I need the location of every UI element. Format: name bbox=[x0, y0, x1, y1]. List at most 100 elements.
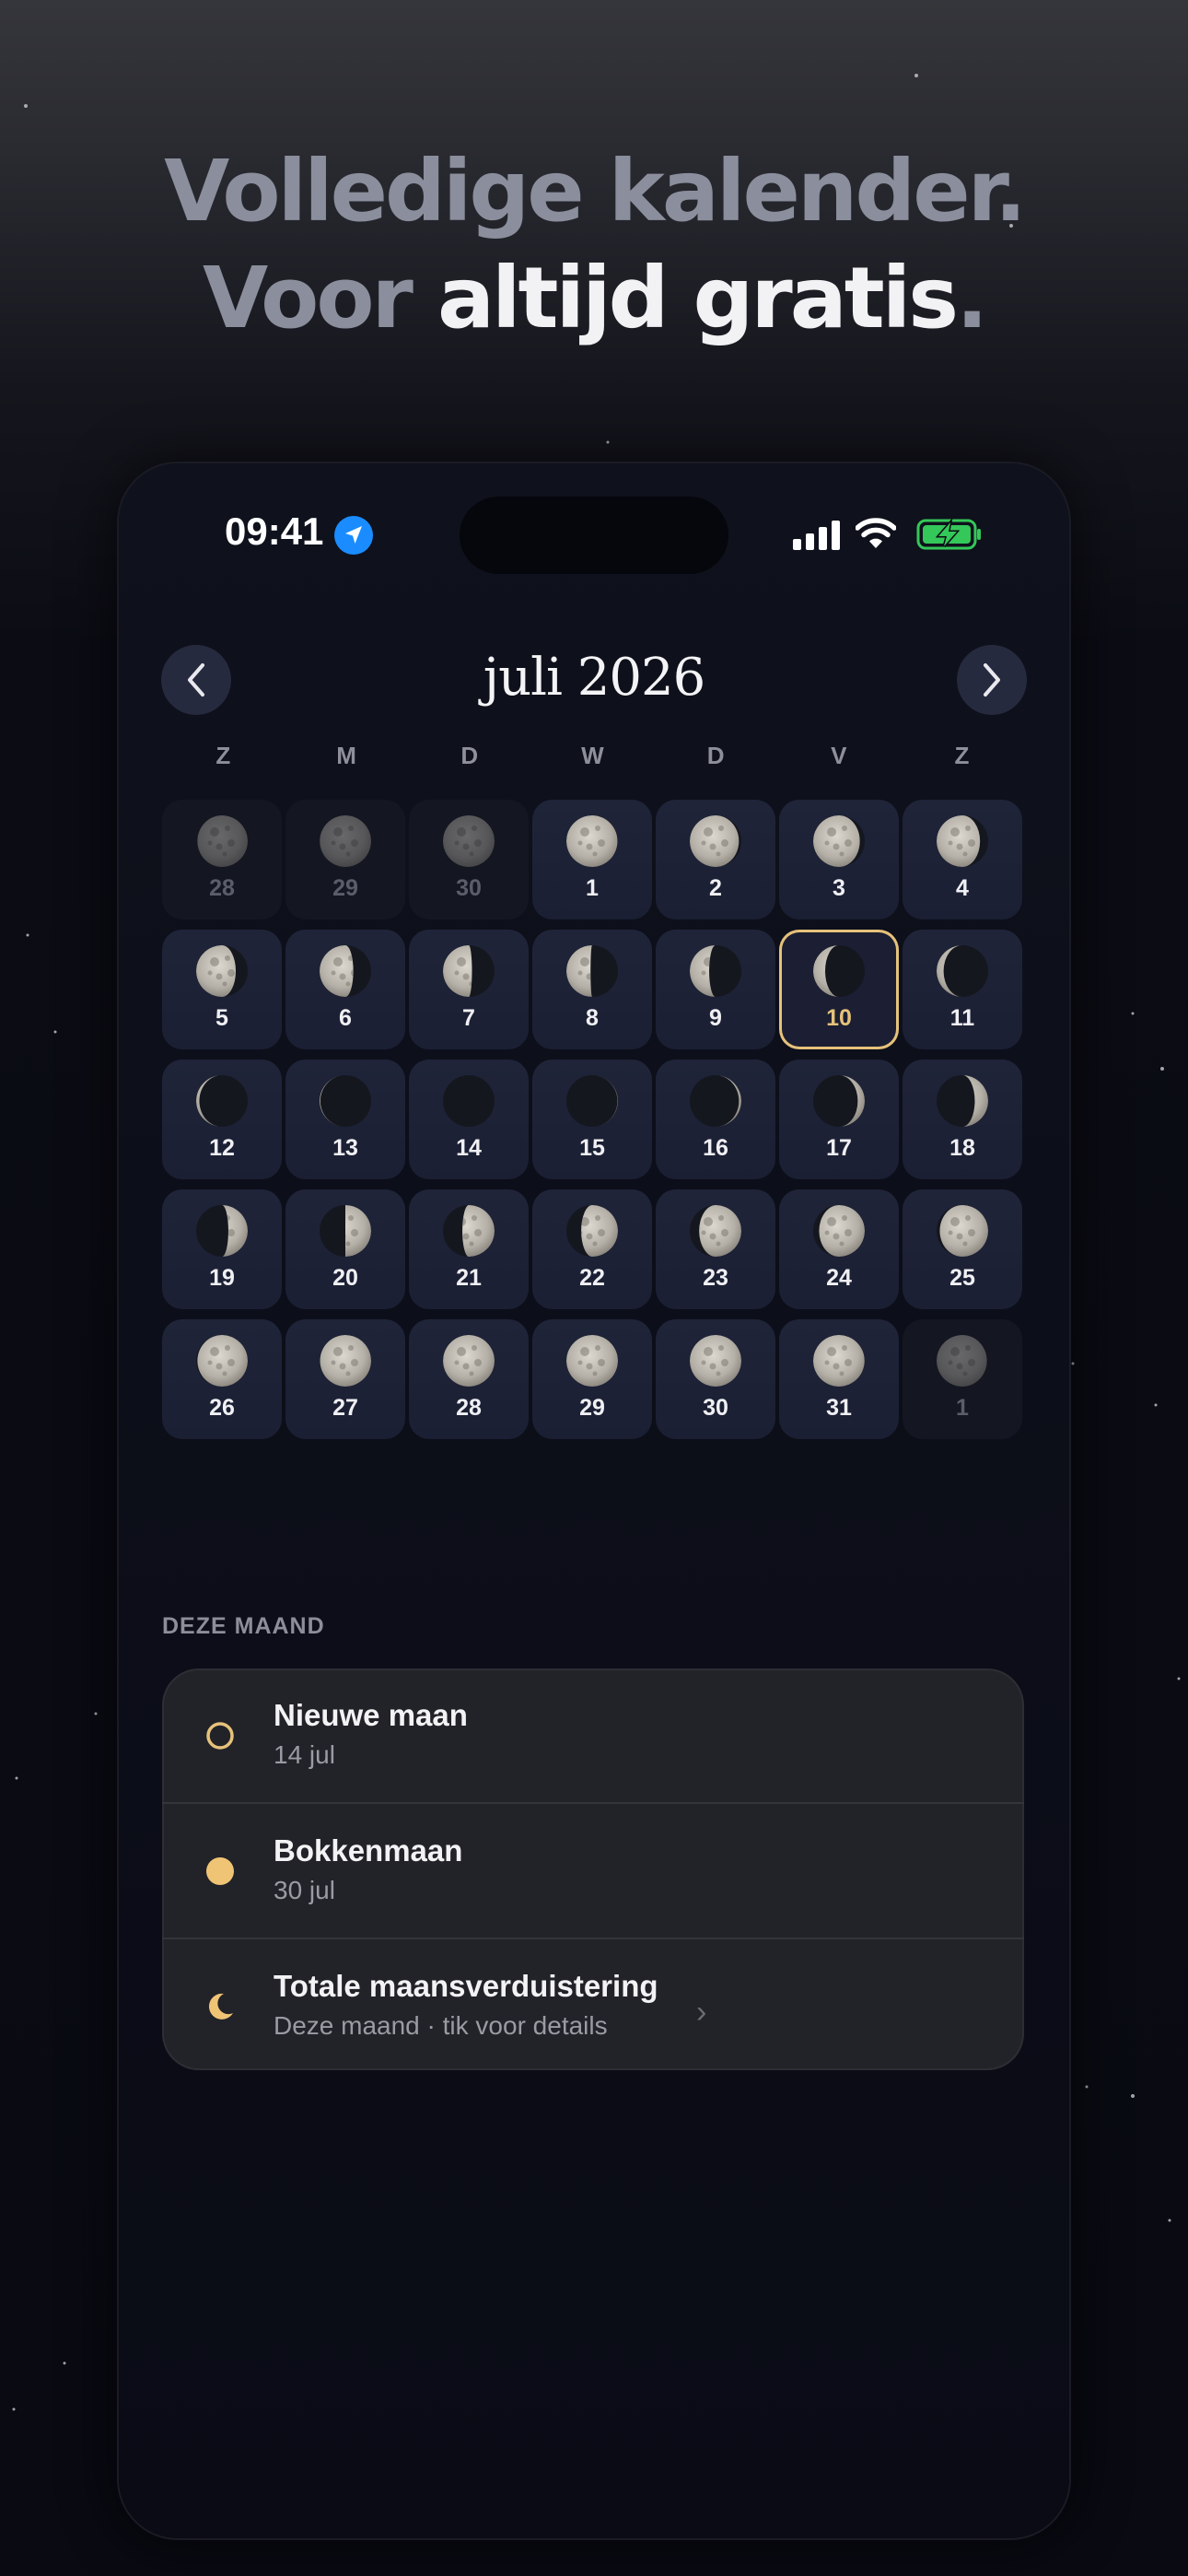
calendar-day[interactable]: 22 bbox=[532, 1189, 652, 1309]
moon-phase-icon bbox=[196, 1335, 248, 1387]
calendar-day[interactable]: 28 bbox=[162, 800, 282, 919]
new-moon-ring-icon bbox=[206, 1722, 234, 1750]
calendar-day[interactable]: 9 bbox=[656, 930, 775, 1049]
calendar-day[interactable]: 29 bbox=[532, 1319, 652, 1439]
day-number: 1 bbox=[956, 1395, 969, 1421]
event-row-full-moon[interactable]: Bokkenmaan 30 jul bbox=[162, 1804, 1024, 1939]
moon-phase-icon bbox=[690, 1205, 741, 1257]
calendar-day[interactable]: 24 bbox=[779, 1189, 899, 1309]
moon-phase-icon bbox=[320, 815, 371, 867]
calendar-day[interactable]: 4 bbox=[903, 800, 1022, 919]
moon-phase-icon bbox=[196, 1075, 248, 1127]
day-number: 28 bbox=[209, 875, 235, 901]
day-number: 11 bbox=[949, 1005, 975, 1031]
event-date: 14 jul bbox=[274, 1740, 335, 1769]
day-number: 3 bbox=[833, 875, 845, 901]
headline: Volledige kalender. Voor altijd gratis. bbox=[0, 138, 1188, 352]
calendar-day[interactable]: 25 bbox=[903, 1189, 1022, 1309]
calendar-day[interactable]: 2 bbox=[656, 800, 775, 919]
day-number: 8 bbox=[586, 1005, 599, 1031]
moon-phase-icon bbox=[813, 1335, 865, 1387]
weekday-label: W bbox=[581, 742, 605, 769]
moon-phase-icon bbox=[196, 1205, 248, 1257]
calendar-day[interactable]: 14 bbox=[409, 1060, 529, 1179]
calendar-day[interactable]: 26 bbox=[162, 1319, 282, 1439]
day-number: 30 bbox=[456, 875, 482, 901]
day-number: 29 bbox=[579, 1395, 605, 1421]
day-number: 25 bbox=[949, 1265, 975, 1291]
moon-phase-icon bbox=[320, 1075, 371, 1127]
battery-charging-icon bbox=[916, 519, 981, 550]
calendar-day[interactable]: 17 bbox=[779, 1060, 899, 1179]
day-number: 20 bbox=[332, 1265, 358, 1291]
calendar-day[interactable]: 19 bbox=[162, 1189, 282, 1309]
day-number: 17 bbox=[826, 1135, 852, 1161]
calendar-day[interactable]: 30 bbox=[409, 800, 529, 919]
moon-phase-icon bbox=[813, 1075, 865, 1127]
calendar-day[interactable]: 20 bbox=[285, 1189, 405, 1309]
moon-phase-icon bbox=[690, 1075, 741, 1127]
calendar-day[interactable]: 8 bbox=[532, 930, 652, 1049]
moon-phase-icon bbox=[813, 945, 865, 997]
calendar-day[interactable]: 13 bbox=[285, 1060, 405, 1179]
day-number: 27 bbox=[332, 1395, 358, 1421]
day-number: 14 bbox=[456, 1135, 482, 1161]
calendar-day[interactable]: 23 bbox=[656, 1189, 775, 1309]
calendar-day[interactable]: 16 bbox=[656, 1060, 775, 1179]
calendar-day[interactable]: 31 bbox=[779, 1319, 899, 1439]
calendar-day[interactable]: 28 bbox=[409, 1319, 529, 1439]
moon-phase-icon bbox=[566, 1075, 618, 1127]
event-title: Nieuwe maan bbox=[274, 1698, 468, 1732]
day-number: 31 bbox=[826, 1395, 852, 1421]
event-row-eclipse[interactable]: Totale maansverduistering Deze maand · t… bbox=[162, 1939, 1024, 2070]
moon-phase-icon bbox=[443, 1205, 495, 1257]
moon-phase-icon bbox=[566, 815, 618, 867]
moon-phase-icon bbox=[937, 1205, 988, 1257]
calendar-day[interactable]: 12 bbox=[162, 1060, 282, 1179]
calendar-day[interactable]: 15 bbox=[532, 1060, 652, 1179]
event-title: Bokkenmaan bbox=[274, 1833, 463, 1868]
headline-period: . bbox=[956, 249, 988, 347]
calendar-day[interactable]: 30 bbox=[656, 1319, 775, 1439]
phone-frame: 09:41 juli 2026 ZMDWDVZ 28 29 30 1 2 3 4… bbox=[119, 463, 1069, 2538]
calendar-day[interactable]: 5 bbox=[162, 930, 282, 1049]
moon-phase-icon bbox=[196, 815, 248, 867]
calendar-day[interactable]: 11 bbox=[903, 930, 1022, 1049]
section-title: DEZE MAAND bbox=[162, 1613, 325, 1639]
calendar-day[interactable]: 1 bbox=[903, 1319, 1022, 1439]
calendar-day[interactable]: 7 bbox=[409, 930, 529, 1049]
calendar-day[interactable]: 27 bbox=[285, 1319, 405, 1439]
calendar-day-today[interactable]: 10 bbox=[779, 930, 899, 1049]
next-month-button[interactable] bbox=[957, 645, 1027, 715]
event-row-new-moon[interactable]: Nieuwe maan 14 jul bbox=[162, 1669, 1024, 1804]
calendar-day[interactable]: 6 bbox=[285, 930, 405, 1049]
day-number: 22 bbox=[579, 1265, 605, 1291]
status-time: 09:41 bbox=[225, 509, 324, 553]
day-number: 30 bbox=[703, 1395, 728, 1421]
moon-phase-icon bbox=[937, 1075, 988, 1127]
moon-phase-icon bbox=[443, 945, 495, 997]
event-subtitle: Deze maand · tik voor details bbox=[274, 2011, 608, 2040]
weekday-label: D bbox=[706, 742, 726, 769]
day-number: 19 bbox=[209, 1265, 235, 1291]
dynamic-island bbox=[460, 497, 728, 574]
calendar-day[interactable]: 1 bbox=[532, 800, 652, 919]
chevron-right-icon bbox=[984, 663, 1000, 697]
month-title: juli 2026 bbox=[483, 648, 706, 708]
calendar-day[interactable]: 29 bbox=[285, 800, 405, 919]
calendar-day[interactable]: 21 bbox=[409, 1189, 529, 1309]
day-number: 15 bbox=[579, 1135, 605, 1161]
moon-phase-icon bbox=[813, 815, 865, 867]
moon-phase-icon bbox=[566, 945, 618, 997]
moon-phase-icon bbox=[937, 1335, 988, 1387]
day-number: 18 bbox=[949, 1135, 975, 1161]
moon-phase-icon bbox=[690, 815, 741, 867]
calendar-day[interactable]: 18 bbox=[903, 1060, 1022, 1179]
headline-dim-text: Voor bbox=[202, 249, 437, 347]
chevron-right-icon: › bbox=[696, 1995, 707, 2030]
calendar-day[interactable]: 3 bbox=[779, 800, 899, 919]
weekday-label: M bbox=[336, 742, 357, 769]
event-date: 30 jul bbox=[274, 1876, 335, 1904]
moon-phase-icon bbox=[813, 1205, 865, 1257]
day-number: 2 bbox=[709, 875, 722, 901]
